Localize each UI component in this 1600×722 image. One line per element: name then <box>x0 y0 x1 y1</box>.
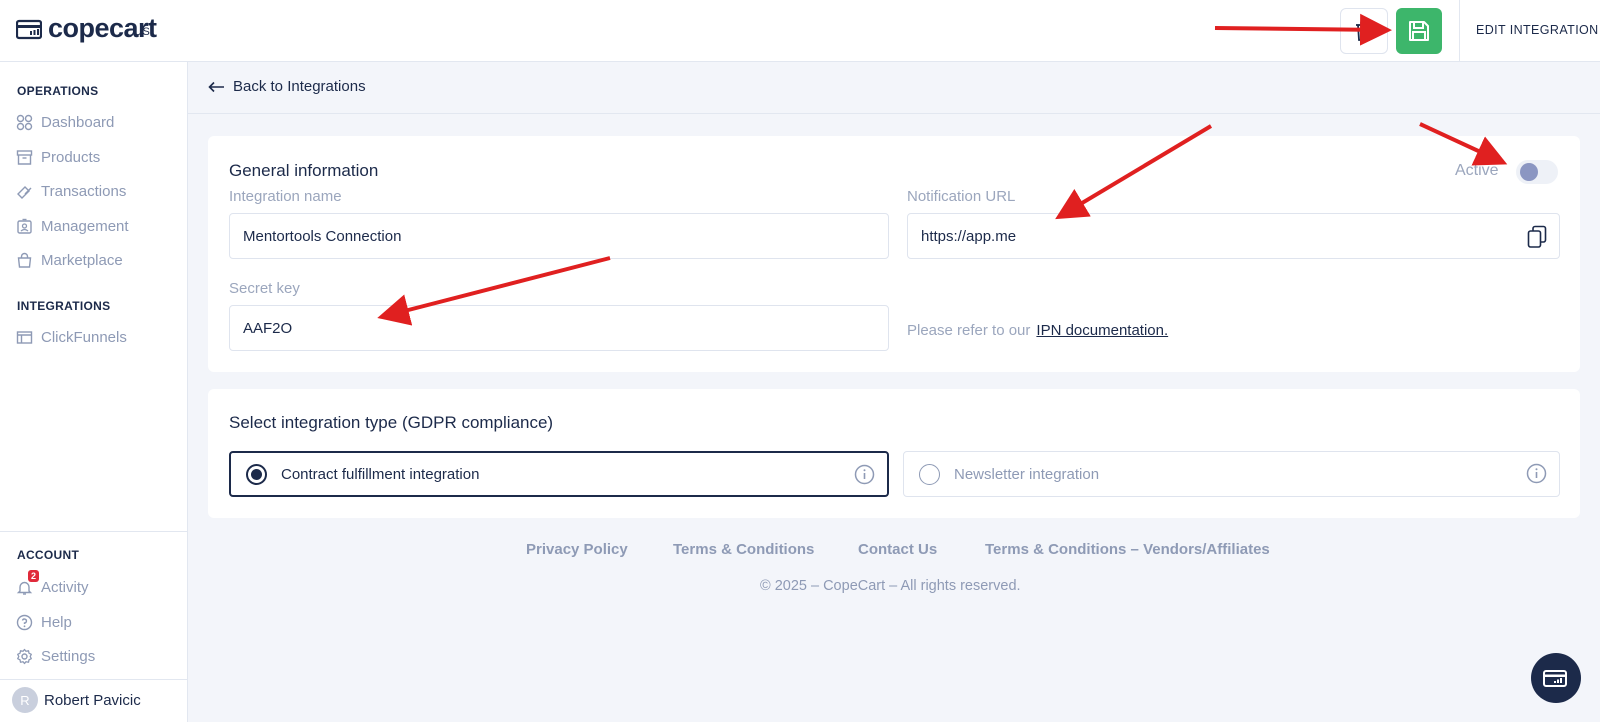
sidebar-item-label: Help <box>41 613 72 631</box>
radio-selected[interactable] <box>246 463 267 485</box>
info-icon[interactable] <box>854 464 875 485</box>
card-title-general: General information <box>229 161 379 180</box>
radio-unselected[interactable] <box>919 463 940 485</box>
back-to-integrations-link[interactable]: Back to Integrations <box>208 78 366 95</box>
top-header: copecart US EDIT INTEGRATION <box>0 0 1600 62</box>
sidebar-item-label: Transactions <box>41 182 127 200</box>
sidebar-item-dashboard[interactable]: Dashboard <box>16 111 114 133</box>
option-label: Newsletter integration <box>954 465 1100 483</box>
sidebar-item-clickfunnels[interactable]: ClickFunnels <box>16 326 127 348</box>
sidebar-item-transactions[interactable]: Transactions <box>16 180 126 202</box>
integration-name-input[interactable] <box>229 213 889 259</box>
copy-icon[interactable] <box>1527 225 1547 249</box>
ipn-documentation-link[interactable]: IPN documentation. <box>1036 322 1168 339</box>
content-divider <box>188 113 1600 114</box>
id-badge-icon <box>17 218 32 234</box>
footer-link-contact[interactable]: Contact Us <box>858 541 937 558</box>
sidebar-item-label: Activity <box>41 578 89 596</box>
active-toggle[interactable] <box>1516 160 1558 184</box>
option-label: Contract fulfillment integration <box>281 465 480 483</box>
copyright: © 2025 – CopeCart – All rights reserved. <box>760 578 1021 594</box>
sidebar-divider <box>0 531 188 532</box>
chat-widget-button[interactable] <box>1531 653 1581 703</box>
logo-card-icon <box>16 19 42 40</box>
sidebar-item-help[interactable]: Help <box>16 611 72 633</box>
delete-button[interactable] <box>1340 8 1388 54</box>
sidebar-item-management[interactable]: Management <box>16 215 129 237</box>
help-circle-icon <box>16 614 33 630</box>
user-profile[interactable]: R Robert Pavicic <box>12 687 141 713</box>
sidebar-item-label: Settings <box>41 647 96 665</box>
notification-url-value: https://app.me <box>921 227 1017 245</box>
newsletter-option[interactable]: Newsletter integration <box>903 451 1560 497</box>
sidebar-item-settings[interactable]: Settings <box>16 645 95 667</box>
back-link-label: Back to Integrations <box>233 78 366 95</box>
integration-type-card: Select integration type (GDPR compliance… <box>208 389 1580 518</box>
arrow-left-icon <box>208 81 224 92</box>
sidebar-item-label: Dashboard <box>41 113 115 131</box>
footer-link-terms-vendors[interactable]: Terms & Conditions – Vendors/Affiliates <box>985 541 1270 558</box>
toggle-knob <box>1520 163 1538 181</box>
sidebar-item-products[interactable]: Products <box>16 146 100 168</box>
page-title: EDIT INTEGRATION <box>1476 23 1599 37</box>
floppy-disk-icon <box>1409 21 1429 41</box>
refer-text: Please refer to our <box>907 322 1031 339</box>
logo-region: US <box>134 26 151 38</box>
active-label: Active <box>1455 162 1499 179</box>
notification-url-label: Notification URL <box>907 188 1016 205</box>
footer-link-privacy[interactable]: Privacy Policy <box>526 541 628 558</box>
notification-badge: 2 <box>28 570 40 582</box>
box-icon <box>16 149 33 165</box>
trash-icon <box>1356 21 1372 41</box>
general-information-card: General information Active Integration n… <box>208 136 1580 372</box>
sidebar-item-label: ClickFunnels <box>41 328 127 346</box>
gear-icon <box>17 648 32 664</box>
ipn-reference-text: Please refer to our IPN documentation. <box>907 322 1168 339</box>
user-name: Robert Pavicic <box>44 691 141 709</box>
notification-url-input[interactable]: https://app.me <box>907 213 1560 259</box>
info-icon[interactable] <box>1526 463 1547 484</box>
grid-icon <box>16 114 33 130</box>
sidebar-item-label: Marketplace <box>41 251 123 269</box>
section-title-operations: OPERATIONS <box>17 84 99 98</box>
header-divider <box>1459 0 1460 62</box>
section-title-integrations: INTEGRATIONS <box>17 299 111 313</box>
contract-fulfillment-option[interactable]: Contract fulfillment integration <box>229 451 889 497</box>
section-title-account: ACCOUNT <box>17 548 80 562</box>
secret-key-label: Secret key <box>229 280 300 297</box>
card-title-integration-type: Select integration type (GDPR compliance… <box>229 413 554 432</box>
sidebar-item-activity[interactable]: 2 Activity <box>16 570 89 598</box>
transfer-icon <box>17 185 32 199</box>
sidebar-item-label: Products <box>41 148 101 166</box>
save-button[interactable] <box>1396 8 1442 54</box>
sidebar-item-marketplace[interactable]: Marketplace <box>16 249 123 271</box>
sidebar-item-label: Management <box>41 217 129 235</box>
sidebar-divider <box>0 679 188 680</box>
card-chart-icon <box>1543 670 1567 687</box>
footer-link-terms[interactable]: Terms & Conditions <box>673 541 814 558</box>
integration-name-label: Integration name <box>229 188 342 205</box>
secret-key-input[interactable] <box>229 305 889 351</box>
shopping-bag-icon <box>17 252 32 268</box>
funnel-icon <box>16 330 33 344</box>
avatar: R <box>12 687 38 713</box>
sidebar: OPERATIONS Dashboard Products Transactio… <box>0 62 188 722</box>
